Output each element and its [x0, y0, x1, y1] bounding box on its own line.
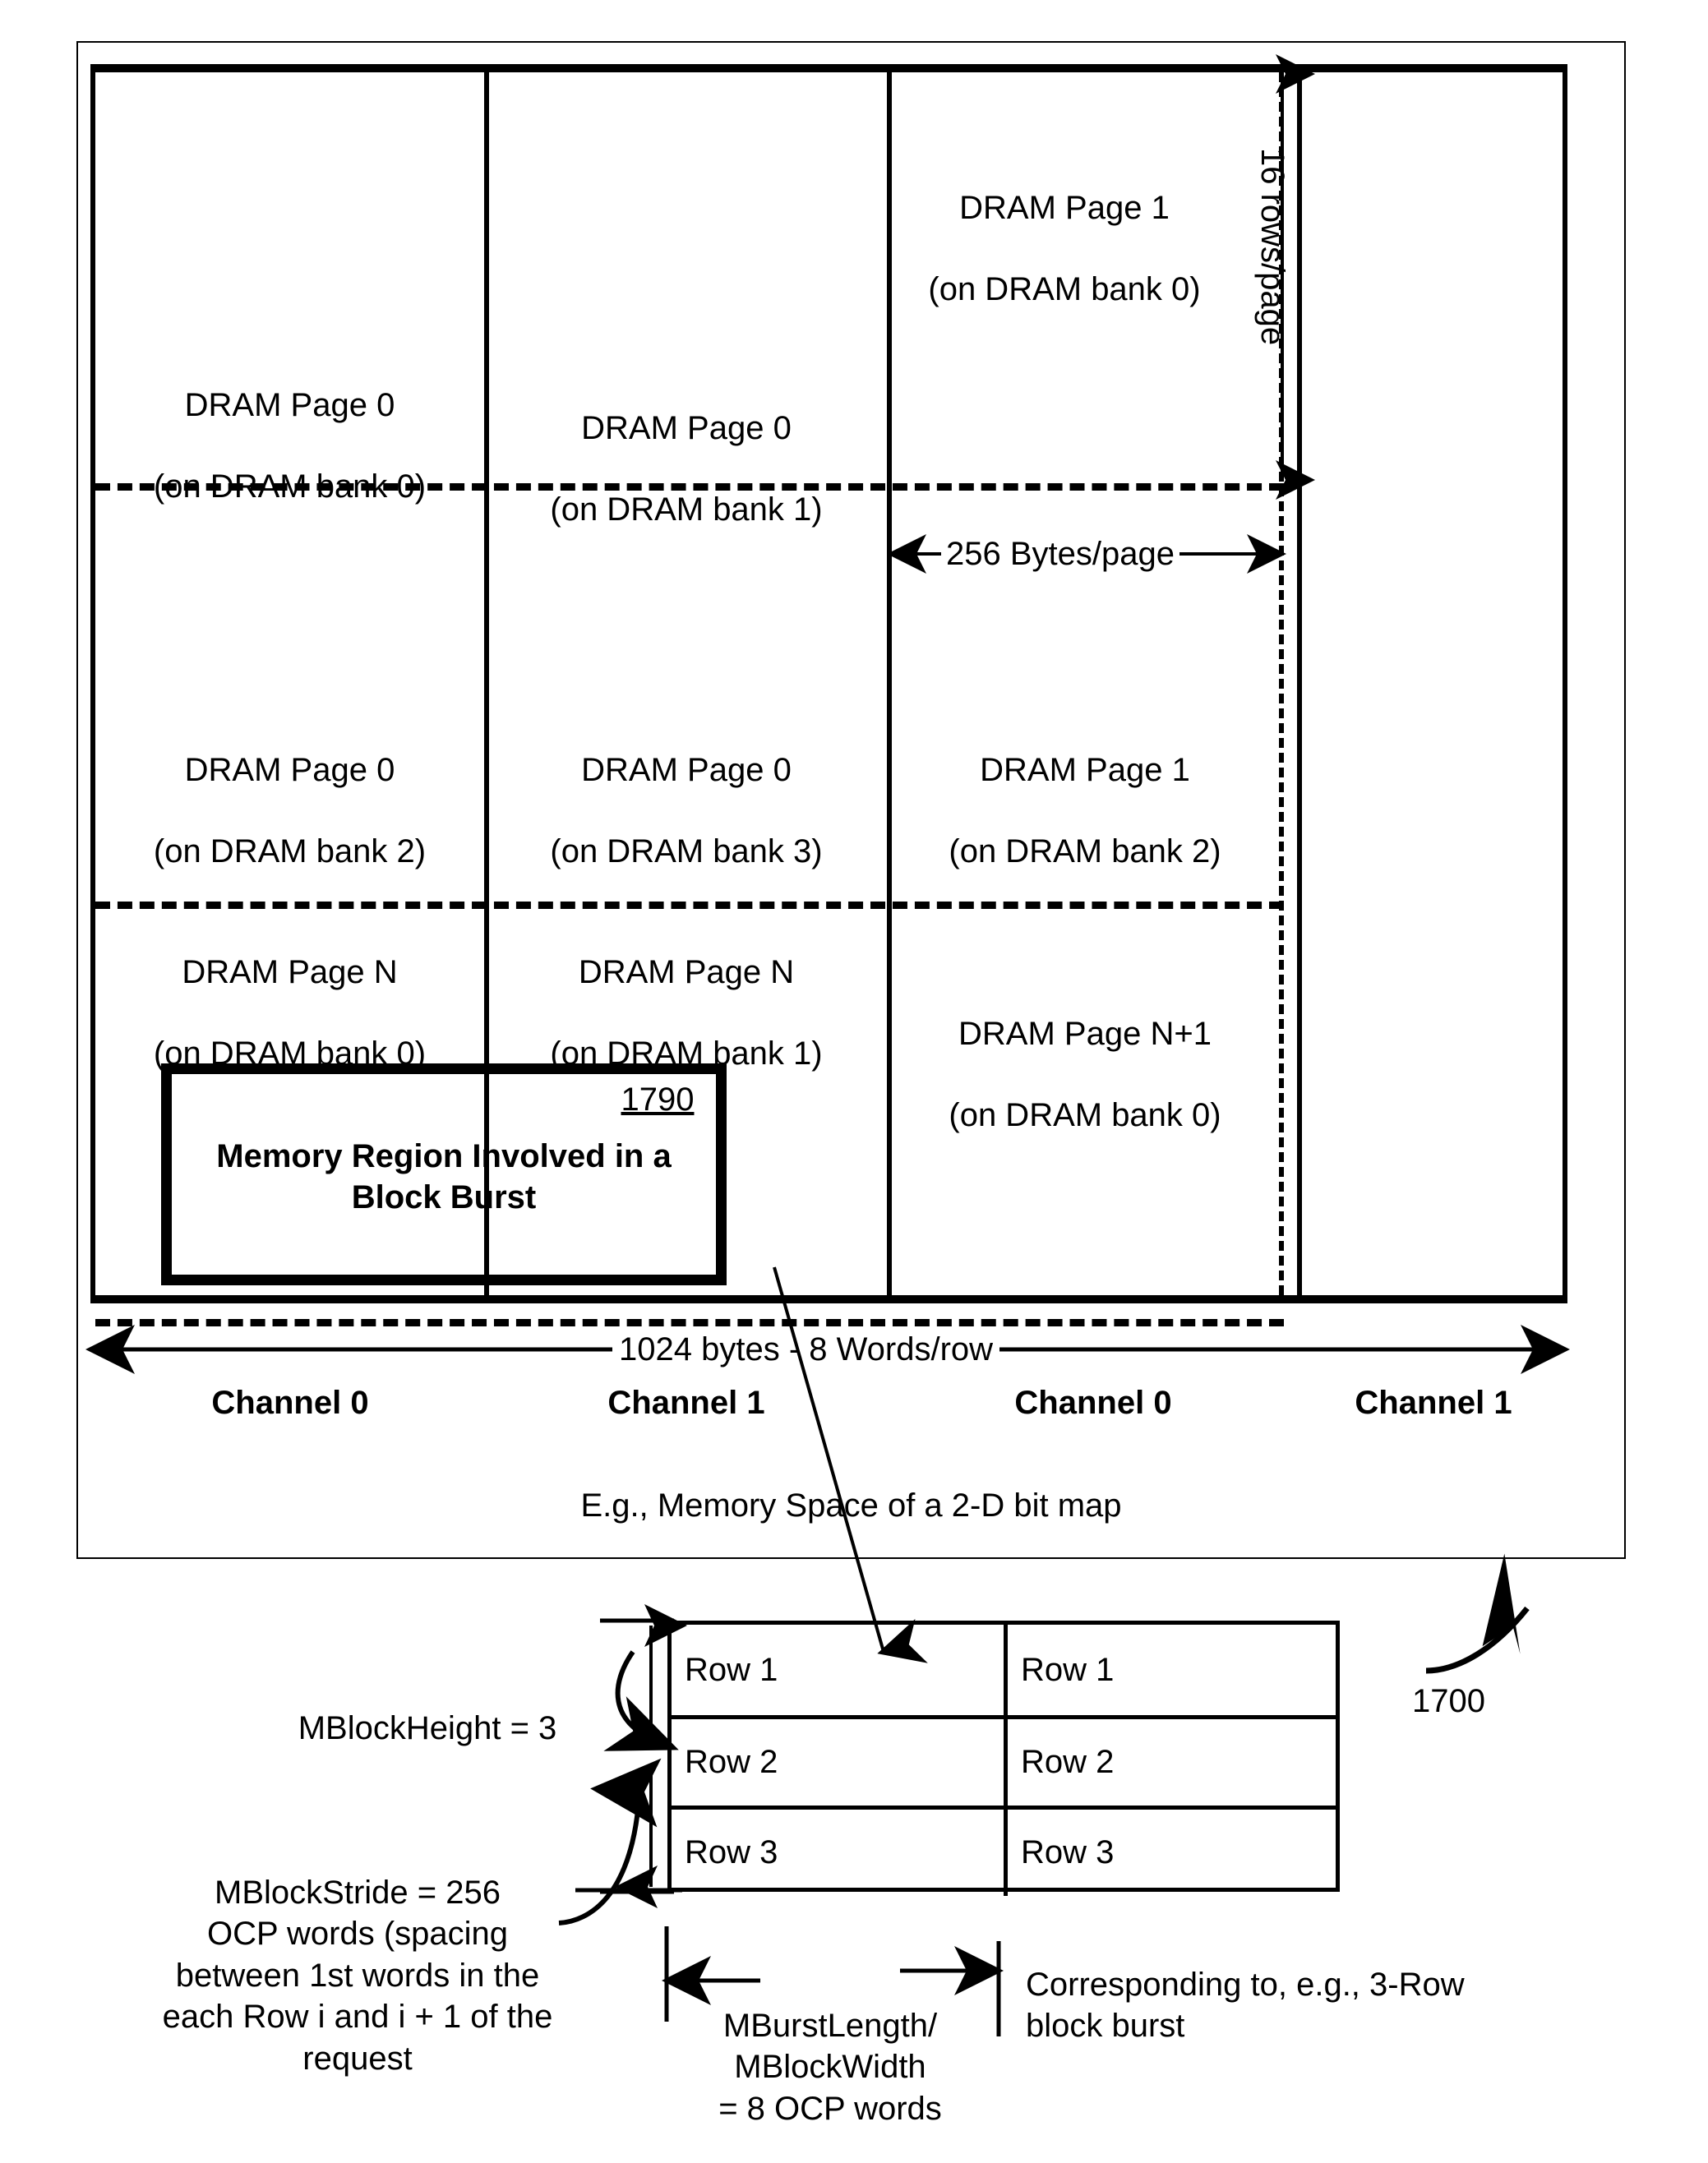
memory-cell-page-1-bank-2: DRAM Page 1 (on DRAM bank 2) [892, 710, 1278, 912]
table-cell-row3-left: Row 3 [685, 1834, 778, 1870]
cell-page-label: DRAM Page 1 [959, 190, 1170, 227]
mblockstride-leader-line [575, 1888, 682, 1893]
memory-cell-page-n1-bank-0: DRAM Page N+1 (on DRAM bank 0) [892, 974, 1278, 1176]
table-row: Row 2 Row 2 [672, 1715, 1336, 1806]
memory-region-label-line1: Memory Region Involved in a [216, 1138, 672, 1174]
cell-page-label: DRAM Page 1 [980, 752, 1190, 789]
cell-page-label: DRAM Page N [578, 954, 795, 991]
table-cell-row2-right: Row 2 [1004, 1719, 1336, 1806]
cell-bank-label: (on DRAM bank 0) [949, 1096, 1221, 1133]
corresponding-block-burst-label: Corresponding to, e.g., 3-Row block burs… [1026, 1967, 1465, 2045]
cell-bank-label: (on DRAM bank 2) [949, 832, 1221, 869]
channel-label-0-right: Channel 0 [1014, 1385, 1172, 1421]
memory-cell-page-0-bank-0: DRAM Page 0 (on DRAM bank 0) [99, 345, 481, 547]
memory-cell-page-0-bank-1: DRAM Page 0 (on DRAM bank 1) [489, 368, 884, 570]
page-row-separator-3 [95, 1319, 1284, 1326]
table-cell-row2-left: Row 2 [685, 1744, 778, 1780]
reference-number-1790: 1790 [621, 1082, 695, 1118]
mburstlength-label: MBurstLength/ MBlockWidth = 8 OCP words [718, 2008, 942, 2127]
cell-bank-label: (on DRAM bank 2) [153, 832, 427, 869]
memory-cell-page-0-bank-3: DRAM Page 0 (on DRAM bank 3) [489, 710, 884, 912]
mblockheight-label: MBlockHeight = 3 [298, 1710, 557, 1746]
cell-page-label: DRAM Page N [182, 954, 398, 991]
bytes-per-page-label: 256 Bytes/page [941, 536, 1179, 573]
cell-bank-label: (on DRAM bank 3) [550, 832, 823, 869]
channel-label-1-right: Channel 1 [1355, 1385, 1512, 1421]
reference-number-1700: 1700 [1412, 1683, 1485, 1719]
table-cell-row1-right: Row 1 [1004, 1625, 1336, 1715]
table-row: Row 1 Row 1 [672, 1625, 1336, 1715]
cell-page-label: DRAM Page 0 [581, 752, 792, 789]
memory-cell-page-1-bank-0: DRAM Page 1 (on DRAM bank 0) [892, 148, 1237, 350]
table-cell-row3-right: Row 3 [1004, 1810, 1336, 1896]
figure-1700-leader-arrow [1425, 1553, 1530, 1674]
row1-to-row2-curved-arrow [603, 1650, 679, 1751]
cell-bank-label: (on DRAM bank 0) [928, 270, 1201, 307]
cell-page-label: DRAM Page N+1 [958, 1016, 1212, 1053]
block-burst-row-table: Row 1 Row 1 Row 2 Row 2 Row 3 Row 3 [667, 1621, 1340, 1896]
memory-region-label: Memory Region Involved in a Block Burst [169, 1136, 718, 1218]
table-cell-row1-left: Row 1 [685, 1651, 778, 1688]
rows-per-page-label: 16 rows/page [1254, 148, 1290, 346]
cell-bank-label: (on DRAM bank 0) [153, 468, 427, 505]
mblockstride-label: MBlockStride = 256 OCP words (spacing be… [162, 1875, 553, 2077]
memory-region-label-line2: Block Burst [351, 1179, 537, 1215]
cell-page-label: DRAM Page 0 [581, 410, 792, 447]
cell-page-label: DRAM Page 0 [184, 752, 395, 789]
table-row: Row 3 Row 3 [672, 1806, 1336, 1896]
memory-cell-page-0-bank-2: DRAM Page 0 (on DRAM bank 2) [99, 710, 481, 912]
cell-bank-label: (on DRAM bank 1) [550, 491, 823, 528]
cell-page-label: DRAM Page 0 [184, 387, 395, 424]
channel-label-0-left: Channel 0 [211, 1385, 369, 1421]
